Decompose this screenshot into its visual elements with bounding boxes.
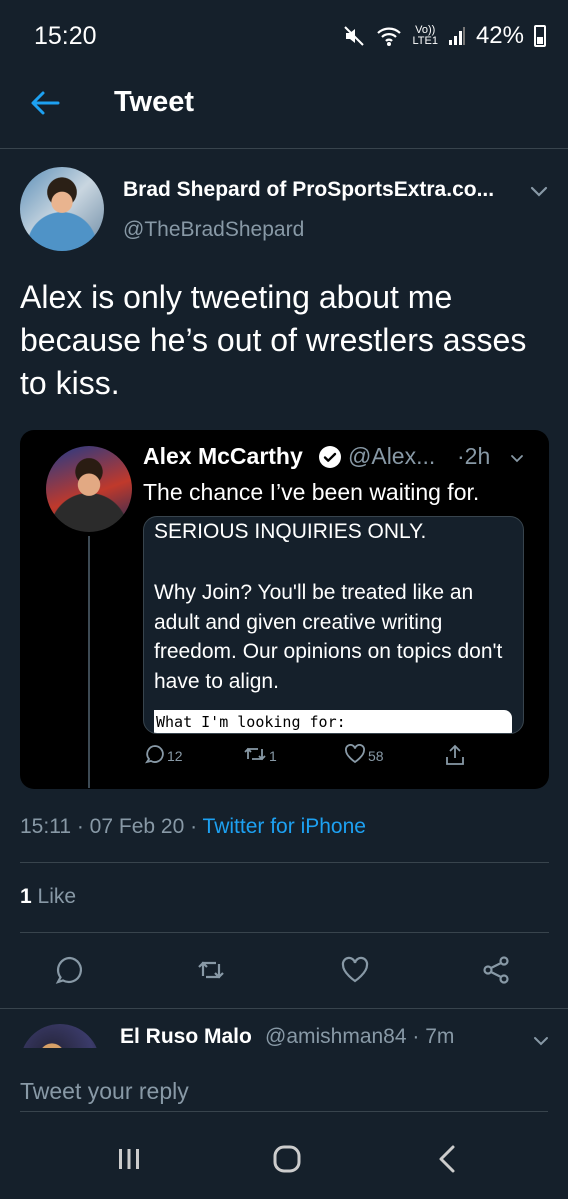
recents-icon[interactable] xyxy=(116,1146,142,1172)
like-label: Like xyxy=(37,885,77,908)
page-title: Tweet xyxy=(114,86,195,118)
tweet-date: 07 Feb 20 xyxy=(89,815,185,838)
quoted-retweet-button[interactable]: 1 xyxy=(243,744,277,764)
meta-divider xyxy=(20,862,549,863)
quoted-tweet-image[interactable]: SERIOUS INQUIRIES ONLY. Why Join? You'll… xyxy=(143,516,524,734)
quoted-tweet-time: ·2h xyxy=(457,443,491,469)
like-button[interactable] xyxy=(340,955,370,985)
nav-back-icon[interactable] xyxy=(436,1144,458,1174)
quoted-retweet-count: 1 xyxy=(269,748,277,764)
reply-button[interactable] xyxy=(55,955,85,985)
share-button[interactable] xyxy=(481,955,511,985)
mute-icon xyxy=(342,24,366,48)
reply-input[interactable] xyxy=(20,1072,548,1112)
author-avatar[interactable] xyxy=(20,167,104,251)
image-title: SERIOUS INQUIRIES ONLY. xyxy=(154,520,427,543)
battery-percent: 42% xyxy=(475,22,524,49)
quoted-author-name[interactable]: Alex McCarthy xyxy=(143,443,303,470)
tweet-meta: 15:11 · 07 Feb 20 · Twitter for iPhone xyxy=(20,815,366,838)
likes-divider xyxy=(20,932,549,933)
reply-composer xyxy=(0,1048,568,1199)
tweet-source[interactable]: Twitter for iPhone xyxy=(203,815,366,838)
actions-divider xyxy=(0,1008,568,1009)
quoted-author-handle[interactable]: @Alex... xyxy=(348,443,435,470)
wifi-icon xyxy=(376,25,402,47)
reply-author-name[interactable]: El Ruso Malo xyxy=(120,1025,252,1049)
lte-label: LTE1 xyxy=(412,35,438,47)
back-arrow-icon[interactable] xyxy=(28,86,62,120)
header-divider xyxy=(0,148,568,149)
status-time: 15:20 xyxy=(34,22,97,50)
likes-summary[interactable]: 1 Like xyxy=(20,885,76,909)
image-footer: What I'm looking for: xyxy=(154,710,512,733)
chevron-down-icon[interactable] xyxy=(528,180,550,202)
quoted-chevron-down-icon[interactable] xyxy=(509,450,525,466)
like-count: 1 xyxy=(20,885,32,908)
quoted-reply-button[interactable]: 12 xyxy=(145,744,183,764)
reply-author-handle[interactable]: @amishman84 · 7m xyxy=(265,1025,454,1049)
home-icon[interactable] xyxy=(272,1144,302,1174)
quoted-tweet-text: The chance I’ve been waiting for. xyxy=(143,479,480,505)
reply-icon xyxy=(145,745,164,764)
tweet-time: 15:11 xyxy=(20,815,71,838)
retweet-button[interactable] xyxy=(196,955,226,985)
quoted-like-button[interactable]: 58 xyxy=(344,744,384,764)
heart-icon xyxy=(345,744,365,764)
status-icons: Vo)) LTE1 42% xyxy=(342,22,546,50)
verified-badge-icon xyxy=(319,446,341,468)
retweet-icon xyxy=(244,747,266,761)
thread-line xyxy=(88,536,90,788)
author-handle[interactable]: @TheBradShepard xyxy=(123,218,304,242)
quoted-share-button[interactable] xyxy=(445,744,465,766)
quoted-author-avatar[interactable] xyxy=(46,446,132,532)
tweet-text: Alex is only tweeting about me because h… xyxy=(20,279,527,401)
reply-handle-text: @amishman84 xyxy=(265,1025,407,1048)
reply-time: 7m xyxy=(425,1025,455,1048)
quoted-like-count: 58 xyxy=(368,748,384,764)
quoted-reply-count: 12 xyxy=(167,748,183,764)
image-body: Why Join? You'll be treated like an adul… xyxy=(154,581,503,693)
signal-icon xyxy=(448,26,466,46)
share-icon xyxy=(446,744,464,765)
author-name[interactable]: Brad Shepard of ProSportsExtra.co... xyxy=(123,178,494,202)
battery-icon xyxy=(534,25,546,47)
network-type: Vo)) LTE1 xyxy=(412,25,437,47)
